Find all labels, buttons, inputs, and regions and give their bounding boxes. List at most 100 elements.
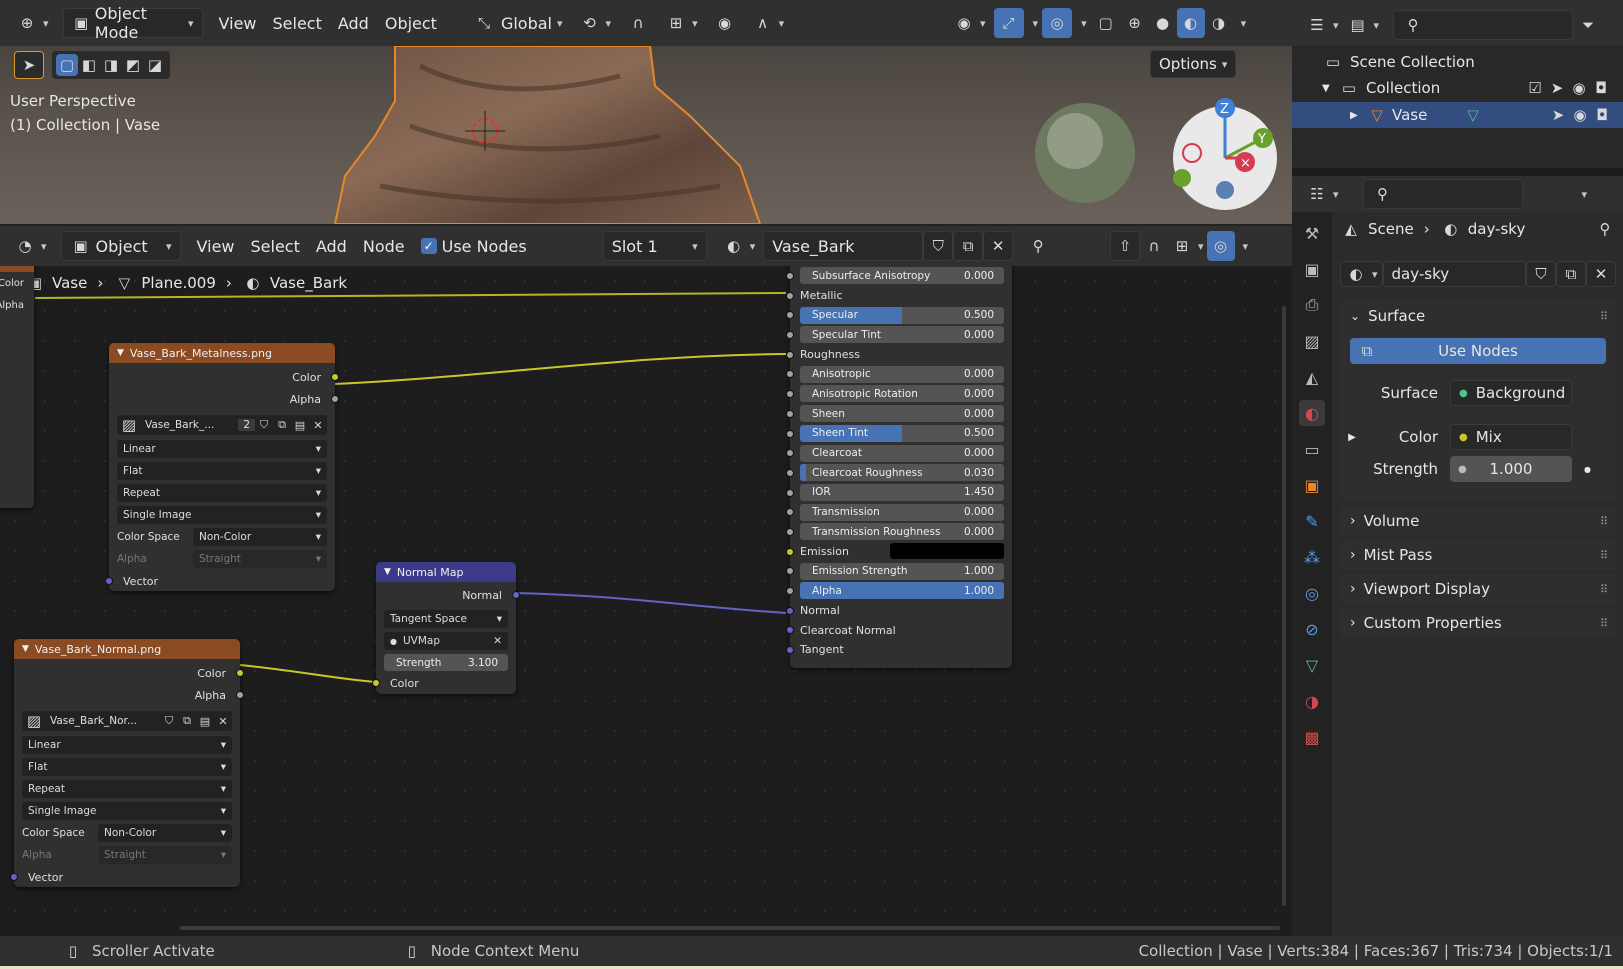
strength-field[interactable]: ● 1.000 (1450, 456, 1572, 482)
editor-type-button[interactable]: ⊕ ▾ (8, 8, 57, 38)
node-snap-toggle[interactable]: ∩ (1140, 231, 1168, 261)
overlays-dropdown[interactable]: ▾ (1072, 8, 1091, 38)
normal-tex-image-selector[interactable]: ▨ Vase_Bark_Nor... ⛉ ⧉ ▤ ✕ (22, 711, 232, 731)
node-overlays-dropdown[interactable]: ▾ (1235, 231, 1252, 261)
slot-dropdown[interactable]: Slot 1 ▾ (602, 231, 707, 261)
bsdf-slider[interactable]: Clearcoat Roughness 0.030 (800, 464, 1004, 482)
modifier-tab-icon[interactable]: ✎ (1299, 508, 1325, 534)
bsdf-slider[interactable]: Alpha 1.000 (800, 582, 1004, 600)
navigation-gizmo[interactable]: Z Y × (1165, 98, 1285, 208)
bsdf-slider[interactable]: Specular Tint 0.000 (800, 326, 1004, 344)
menu-view[interactable]: View (211, 8, 265, 38)
shield-icon[interactable]: ⛉ (255, 414, 273, 436)
bsdf-input-socket[interactable] (786, 350, 794, 359)
proportional-edit-toggle[interactable]: ◉ (706, 8, 744, 38)
select-arrow-icon[interactable]: ➤ (1547, 104, 1569, 126)
normal-tex-alpha-socket[interactable] (236, 691, 244, 699)
duplicate-icon[interactable]: ⧉ (273, 414, 291, 436)
bsdf-slider[interactable]: Specular 0.500 (800, 306, 1004, 324)
bsdf-input-socket[interactable] (786, 587, 794, 595)
normal-image-node[interactable]: ▼ Vase_Bark_Normal.png Color Alpha ▨ Vas… (10, 639, 244, 887)
menu-add[interactable]: Add (330, 8, 377, 38)
bsdf-input-socket[interactable] (786, 646, 794, 655)
outliner-search-input[interactable]: ⚲ (1393, 10, 1574, 40)
bsdf-input-socket[interactable] (786, 626, 794, 635)
bsdf-input-socket[interactable] (786, 370, 794, 379)
output-tab-icon[interactable]: ⎙ (1299, 292, 1325, 318)
node-overlays-toggle[interactable]: ◎ (1206, 231, 1235, 261)
properties-editor-type[interactable]: ☷ ▾ (1302, 179, 1343, 209)
node-snap-dropdown[interactable]: ⊞ ▾ (1168, 231, 1207, 261)
use-nodes-checkbox[interactable]: ✓ Use Nodes (413, 231, 535, 261)
menu-object[interactable]: Object (377, 8, 445, 38)
node-editor-type-button[interactable]: ◔ ▾ (6, 231, 55, 261)
bsdf-input-socket[interactable] (786, 606, 794, 615)
pivot-dropdown[interactable]: ⟲ ▾ (571, 8, 620, 38)
transform-orientation-dropdown[interactable]: ⤡ Global ▾ (465, 8, 571, 38)
normal-map-header[interactable]: ▼ Normal Map (376, 562, 516, 582)
mesh-data-icon[interactable]: ▽ (1462, 104, 1484, 126)
metalness-image-node[interactable]: ▼ Vase_Bark_Metalness.png Color Alpha ▨ … (105, 343, 339, 591)
scene-tab-icon[interactable]: ◭ (1299, 364, 1325, 390)
bsdf-slider[interactable]: Anisotropic Rotation 0.000 (800, 385, 1004, 403)
outliner-collection-row[interactable]: ▼ ▭ Collection ☑ ➤ ◉ ◘ (1322, 76, 1612, 100)
expand-down-icon[interactable]: ▼ (1322, 83, 1338, 94)
metal-color-space-dropdown[interactable]: Non-Color ▾ (193, 528, 327, 546)
world-browse-button[interactable]: ◐ ▾ (1340, 261, 1383, 287)
pin-button[interactable]: ⚲ (1019, 231, 1057, 261)
visibility-dropdown[interactable]: ◉ ▾ (945, 8, 994, 38)
bsdf-input-socket[interactable] (786, 409, 794, 418)
texture-tab-icon[interactable]: ▩ (1299, 724, 1325, 750)
close-icon[interactable]: ✕ (309, 414, 327, 436)
close-icon[interactable]: ✕ (493, 635, 502, 647)
metal-source-dropdown[interactable]: Single Image ▾ (117, 506, 327, 524)
metal-color-socket[interactable] (331, 373, 339, 381)
camera-icon[interactable]: ◘ (1591, 104, 1613, 126)
folder-icon[interactable]: ▤ (291, 414, 309, 436)
bsdf-slider[interactable]: Anisotropic 0.000 (800, 365, 1004, 383)
gizmo-dropdown[interactable]: ▾ (1024, 8, 1043, 38)
normal-tex-interpolation-dropdown[interactable]: Linear ▾ (22, 736, 232, 754)
horizontal-scrollbar[interactable] (180, 926, 1280, 930)
partial-node[interactable]: Color Alpha (0, 266, 34, 508)
bsdf-slider[interactable]: Subsurface Anisotropy 0.000 (800, 267, 1004, 285)
normal-map-space-dropdown[interactable]: Tangent Space ▾ (384, 610, 508, 628)
bsdf-slider[interactable]: IOR 1.450 (800, 483, 1004, 501)
bsdf-slider[interactable]: Transmission 0.000 (800, 503, 1004, 521)
node-menu-select[interactable]: Select (243, 231, 308, 261)
metal-node-header[interactable]: ▼ Vase_Bark_Metalness.png (109, 343, 335, 363)
bsdf-input-socket[interactable] (786, 272, 794, 280)
camera-icon[interactable]: ◘ (1590, 77, 1612, 99)
shading-solid[interactable]: ● (1149, 8, 1177, 38)
filter-button[interactable]: ⏷ (1573, 10, 1603, 40)
bsdf-input-socket[interactable] (786, 468, 794, 477)
bsdf-slider[interactable]: Emission Strength 1.000 (800, 562, 1004, 580)
select-new-icon[interactable]: ▢ (56, 54, 78, 76)
emission-color-swatch[interactable] (890, 543, 1004, 560)
drag-handle-icon[interactable]: ⠿ (1600, 310, 1608, 323)
bsdf-slider[interactable]: Transmission Roughness 0.000 (800, 523, 1004, 541)
snap-toggle[interactable]: ∩ (619, 8, 657, 38)
expand-right-icon[interactable]: ▶ (1350, 110, 1366, 121)
metal-alpha-socket[interactable] (331, 395, 339, 403)
normal-map-color-socket[interactable] (372, 679, 380, 687)
expand-right-icon[interactable]: ▶ (1340, 432, 1364, 443)
normal-tex-projection-dropdown[interactable]: Flat ▾ (22, 758, 232, 776)
physics-tab-icon[interactable]: ◎ (1299, 580, 1325, 606)
menu-select[interactable]: Select (265, 8, 330, 38)
view-layer-tab-icon[interactable]: ▨ (1299, 328, 1325, 354)
outliner-object-row[interactable]: ▶ ▽ Vase ▽ ➤ ◉ ◘ (1292, 102, 1623, 128)
metal-vector-socket[interactable] (105, 577, 113, 585)
normal-tex-color-socket[interactable] (236, 669, 244, 677)
world-unlink-button[interactable]: ✕ (1586, 261, 1616, 287)
bsdf-input-socket[interactable] (786, 567, 794, 576)
bsdf-slider[interactable]: Sheen 0.000 (800, 405, 1004, 423)
color-input-dropdown[interactable]: ● Mix (1450, 424, 1572, 450)
world-name-field[interactable]: day-sky (1382, 261, 1526, 287)
shading-material[interactable]: ◐ (1176, 8, 1205, 38)
particles-tab-icon[interactable]: ⁂ (1299, 544, 1325, 570)
shader-type-dropdown[interactable]: ▣ Object ▾ (60, 231, 181, 261)
bsdf-input-socket[interactable] (786, 488, 794, 497)
eye-icon[interactable]: ◉ (1569, 104, 1591, 126)
surface-panel-header[interactable]: ⌄ Surface ⠿ (1340, 300, 1616, 332)
